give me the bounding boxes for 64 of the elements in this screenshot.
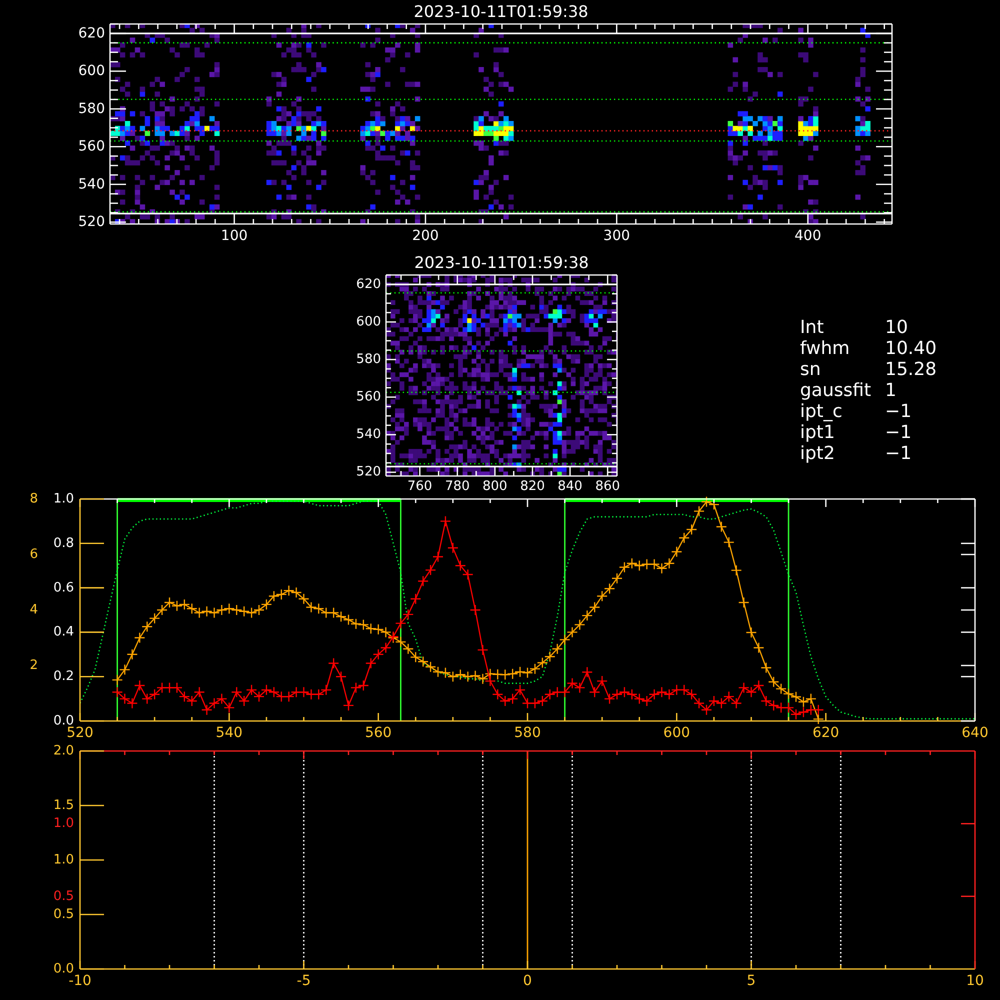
tick-label: 620: [356, 276, 381, 292]
tick-label: 780: [444, 479, 470, 494]
parameter-name: ipt2: [800, 443, 836, 464]
plot-title: 2023-10-11T01:59:38: [414, 2, 588, 21]
tick-label: -5: [296, 973, 311, 989]
parameter-name: ipt_c: [800, 401, 844, 422]
tick-label: 620: [812, 725, 840, 741]
tick-label: 600: [78, 63, 105, 80]
tick-label: 580: [356, 352, 381, 368]
tick-label: 580: [514, 725, 541, 741]
tick-label: 540: [78, 176, 105, 192]
tick-label: 640: [962, 725, 988, 741]
tick-label: 540: [356, 427, 381, 442]
tick-label: 8: [30, 492, 38, 506]
parameter-value: 10.40: [885, 338, 937, 359]
tick-label: 1.5: [53, 798, 74, 813]
tick-label: 1.0: [53, 492, 74, 506]
tick-label: 520: [66, 725, 94, 741]
tick-label: 760: [407, 479, 432, 494]
tick-label: 6: [30, 547, 38, 562]
tick-label: 520: [78, 214, 105, 230]
tick-label: 820: [520, 479, 545, 494]
tick-label: 5: [746, 973, 756, 989]
tick-label: 0.2: [53, 669, 74, 684]
parameter-value: 15.28: [885, 359, 937, 380]
tick-label: 560: [356, 390, 381, 405]
parameter-value: −1: [885, 443, 913, 464]
tick-label: 860: [595, 479, 620, 494]
tick-label: 600: [663, 725, 690, 741]
tick-label: 600: [356, 314, 381, 330]
tick-label: 840: [558, 479, 582, 494]
tick-label: 580: [78, 100, 105, 117]
tick-label: 0: [523, 973, 532, 989]
parameter-value: 10: [885, 317, 909, 338]
tick-label: 1.0: [53, 852, 74, 868]
parameter-name: sn: [800, 359, 822, 380]
tick-label: 800: [482, 479, 508, 494]
tick-label: 2: [30, 658, 38, 673]
tick-label: 200: [412, 228, 439, 244]
parameter-value: −1: [885, 401, 913, 422]
tick-label: 2.0: [53, 744, 74, 758]
tick-label: 1.0: [53, 816, 74, 832]
tick-label: 0.8: [53, 536, 74, 551]
tick-label: 560: [78, 138, 105, 155]
tick-label: 100: [220, 228, 248, 244]
tick-label: 0.5: [53, 888, 74, 904]
tick-label: 540: [216, 725, 243, 741]
parameter-value: −1: [885, 422, 913, 443]
tick-label: 620: [78, 25, 105, 42]
tick-label: 520: [356, 464, 381, 480]
plot-title: 2023-10-11T01:59:38: [414, 253, 589, 272]
parameter-name: fwhm: [800, 338, 851, 359]
tick-label: 560: [364, 725, 392, 741]
tick-label: 300: [603, 228, 630, 244]
tick-label: 0.5: [53, 907, 74, 922]
parameter-value: 1: [885, 380, 898, 401]
parameter-name: gaussfit: [800, 380, 872, 401]
parameter-name: Int: [800, 317, 825, 338]
tick-label: 4: [30, 602, 38, 618]
tick-label: 0.6: [53, 580, 74, 596]
parameter-name: ipt1: [800, 422, 836, 443]
tick-label: 0.4: [53, 624, 74, 640]
tick-label: 400: [794, 228, 822, 244]
tick-label: 10: [966, 973, 984, 989]
